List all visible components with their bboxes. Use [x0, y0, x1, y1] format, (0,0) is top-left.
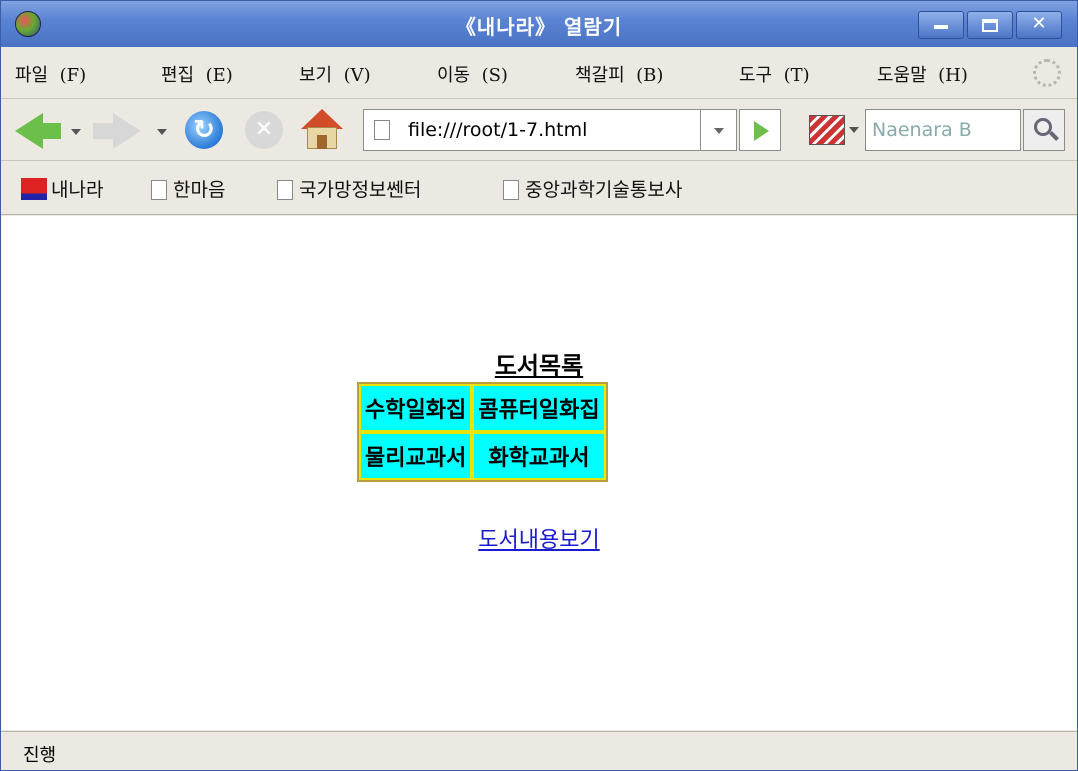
page-heading: 도서목록: [494, 351, 584, 380]
menu-file[interactable]: 파일 (F): [15, 61, 86, 87]
table-cell: 콤퓨터일화집: [472, 384, 606, 432]
maximize-icon: [982, 19, 998, 32]
url-text[interactable]: file:///root/1-7.html: [408, 119, 587, 141]
menu-help-key: (H): [938, 65, 968, 86]
bookmark-hanmaeum[interactable]: 한마음: [151, 175, 225, 202]
window-title: 《내나라》 열람기: [455, 15, 623, 39]
page-icon: [277, 180, 293, 200]
go-button[interactable]: [739, 109, 781, 151]
stop-icon[interactable]: ✕: [245, 111, 283, 149]
book-catalog-table: 수학일화집 콤퓨터일화집 물리교과서 화학교과서: [357, 382, 608, 482]
menu-tools-label: 도구: [739, 65, 773, 86]
menu-go[interactable]: 이동 (S): [437, 61, 508, 87]
menu-view[interactable]: 보기 (V): [299, 61, 371, 87]
home-door: [317, 135, 327, 149]
bookmark-national-network-center-label: 국가망정보쎈터: [299, 179, 422, 201]
menu-view-label: 보기: [299, 65, 333, 86]
home-roof: [301, 109, 343, 129]
forward-arrow-icon[interactable]: [113, 113, 141, 149]
table-cell: 물리교과서: [359, 432, 473, 480]
search-button[interactable]: [1023, 109, 1065, 151]
view-book-content-link[interactable]: 도서내용보기: [1, 522, 1077, 554]
status-bar: 진행: [1, 731, 1077, 770]
menu-help-label: 도움말: [877, 65, 927, 86]
title-bar[interactable]: 《내나라》 열람기 ✕: [1, 1, 1077, 47]
chevron-down-icon: [714, 128, 724, 134]
go-arrow-icon: [754, 121, 769, 141]
bookmark-national-network-center[interactable]: 국가망정보쎈터: [277, 175, 421, 202]
table-cell: 화학교과서: [472, 432, 606, 480]
menu-edit-label: 편집: [161, 65, 195, 86]
menu-file-key: (F): [59, 65, 87, 86]
minimize-icon: [934, 25, 948, 29]
menu-edit[interactable]: 편집 (E): [161, 61, 233, 87]
back-history-dropdown-icon[interactable]: [71, 129, 81, 135]
menu-bar: 파일 (F) 편집 (E) 보기 (V) 이동 (S) 책갈피 (B) 도구 (…: [1, 47, 1077, 99]
back-button[interactable]: [39, 123, 61, 139]
menu-view-key: (V): [343, 65, 371, 86]
close-button[interactable]: ✕: [1016, 11, 1062, 39]
search-input[interactable]: Naenara B: [865, 109, 1021, 151]
table-row: 물리교과서 화학교과서: [359, 432, 606, 480]
page-icon: [151, 180, 167, 200]
minimize-button[interactable]: [918, 11, 964, 39]
bookmark-central-science-news[interactable]: 중앙과학기술통보사: [503, 175, 682, 202]
throbber-icon: [1033, 59, 1061, 87]
menu-tools[interactable]: 도구 (T): [739, 61, 810, 87]
url-bar[interactable]: file:///root/1-7.html: [363, 109, 701, 151]
bookmark-naenara[interactable]: 내나라: [21, 175, 103, 202]
menu-bookmarks-label: 책갈피: [575, 65, 625, 86]
search-icon-handle: [1049, 131, 1059, 141]
maximize-button[interactable]: [967, 11, 1013, 39]
menu-edit-key: (E): [205, 65, 233, 86]
menu-file-label: 파일: [15, 65, 49, 86]
page-content: 도서목록 수학일화집 콤퓨터일화집 물리교과서 화학교과서 도서내용보기: [1, 216, 1077, 730]
search-engine-icon[interactable]: [809, 115, 845, 145]
menu-tools-key: (T): [783, 65, 810, 86]
bookmark-hanmaeum-label: 한마음: [173, 179, 226, 201]
naenara-icon: [21, 178, 47, 200]
bookmarks-toolbar: 내나라 한마음 국가망정보쎈터 중앙과학기술통보사: [1, 161, 1077, 215]
menu-help[interactable]: 도움말 (H): [877, 61, 968, 87]
close-icon: ✕: [1031, 13, 1047, 34]
bookmark-naenara-label: 내나라: [51, 179, 104, 201]
menu-go-key: (S): [481, 65, 508, 86]
status-text: 진행: [23, 745, 57, 766]
forward-button[interactable]: [93, 123, 115, 139]
bookmark-central-science-news-label: 중앙과학기술통보사: [525, 179, 683, 201]
page-icon: [374, 120, 390, 140]
forward-history-dropdown-icon[interactable]: [157, 129, 167, 135]
table-cell: 수학일화집: [359, 384, 473, 432]
home-icon[interactable]: [301, 109, 343, 149]
reload-icon[interactable]: ↻: [185, 111, 223, 149]
search-engine-dropdown-icon[interactable]: [849, 127, 859, 133]
menu-bookmarks-key: (B): [636, 65, 664, 86]
navigation-toolbar: ↻ ✕ file:///root/1-7.html Naenara B: [1, 99, 1077, 161]
browser-window: 《내나라》 열람기 ✕ 파일 (F) 편집 (E) 보기 (V) 이동 (S) …: [0, 0, 1078, 771]
url-history-dropdown[interactable]: [701, 109, 737, 151]
table-row: 수학일화집 콤퓨터일화집: [359, 384, 606, 432]
menu-go-label: 이동: [437, 65, 471, 86]
page-icon: [503, 180, 519, 200]
menu-bookmarks[interactable]: 책갈피 (B): [575, 61, 663, 87]
